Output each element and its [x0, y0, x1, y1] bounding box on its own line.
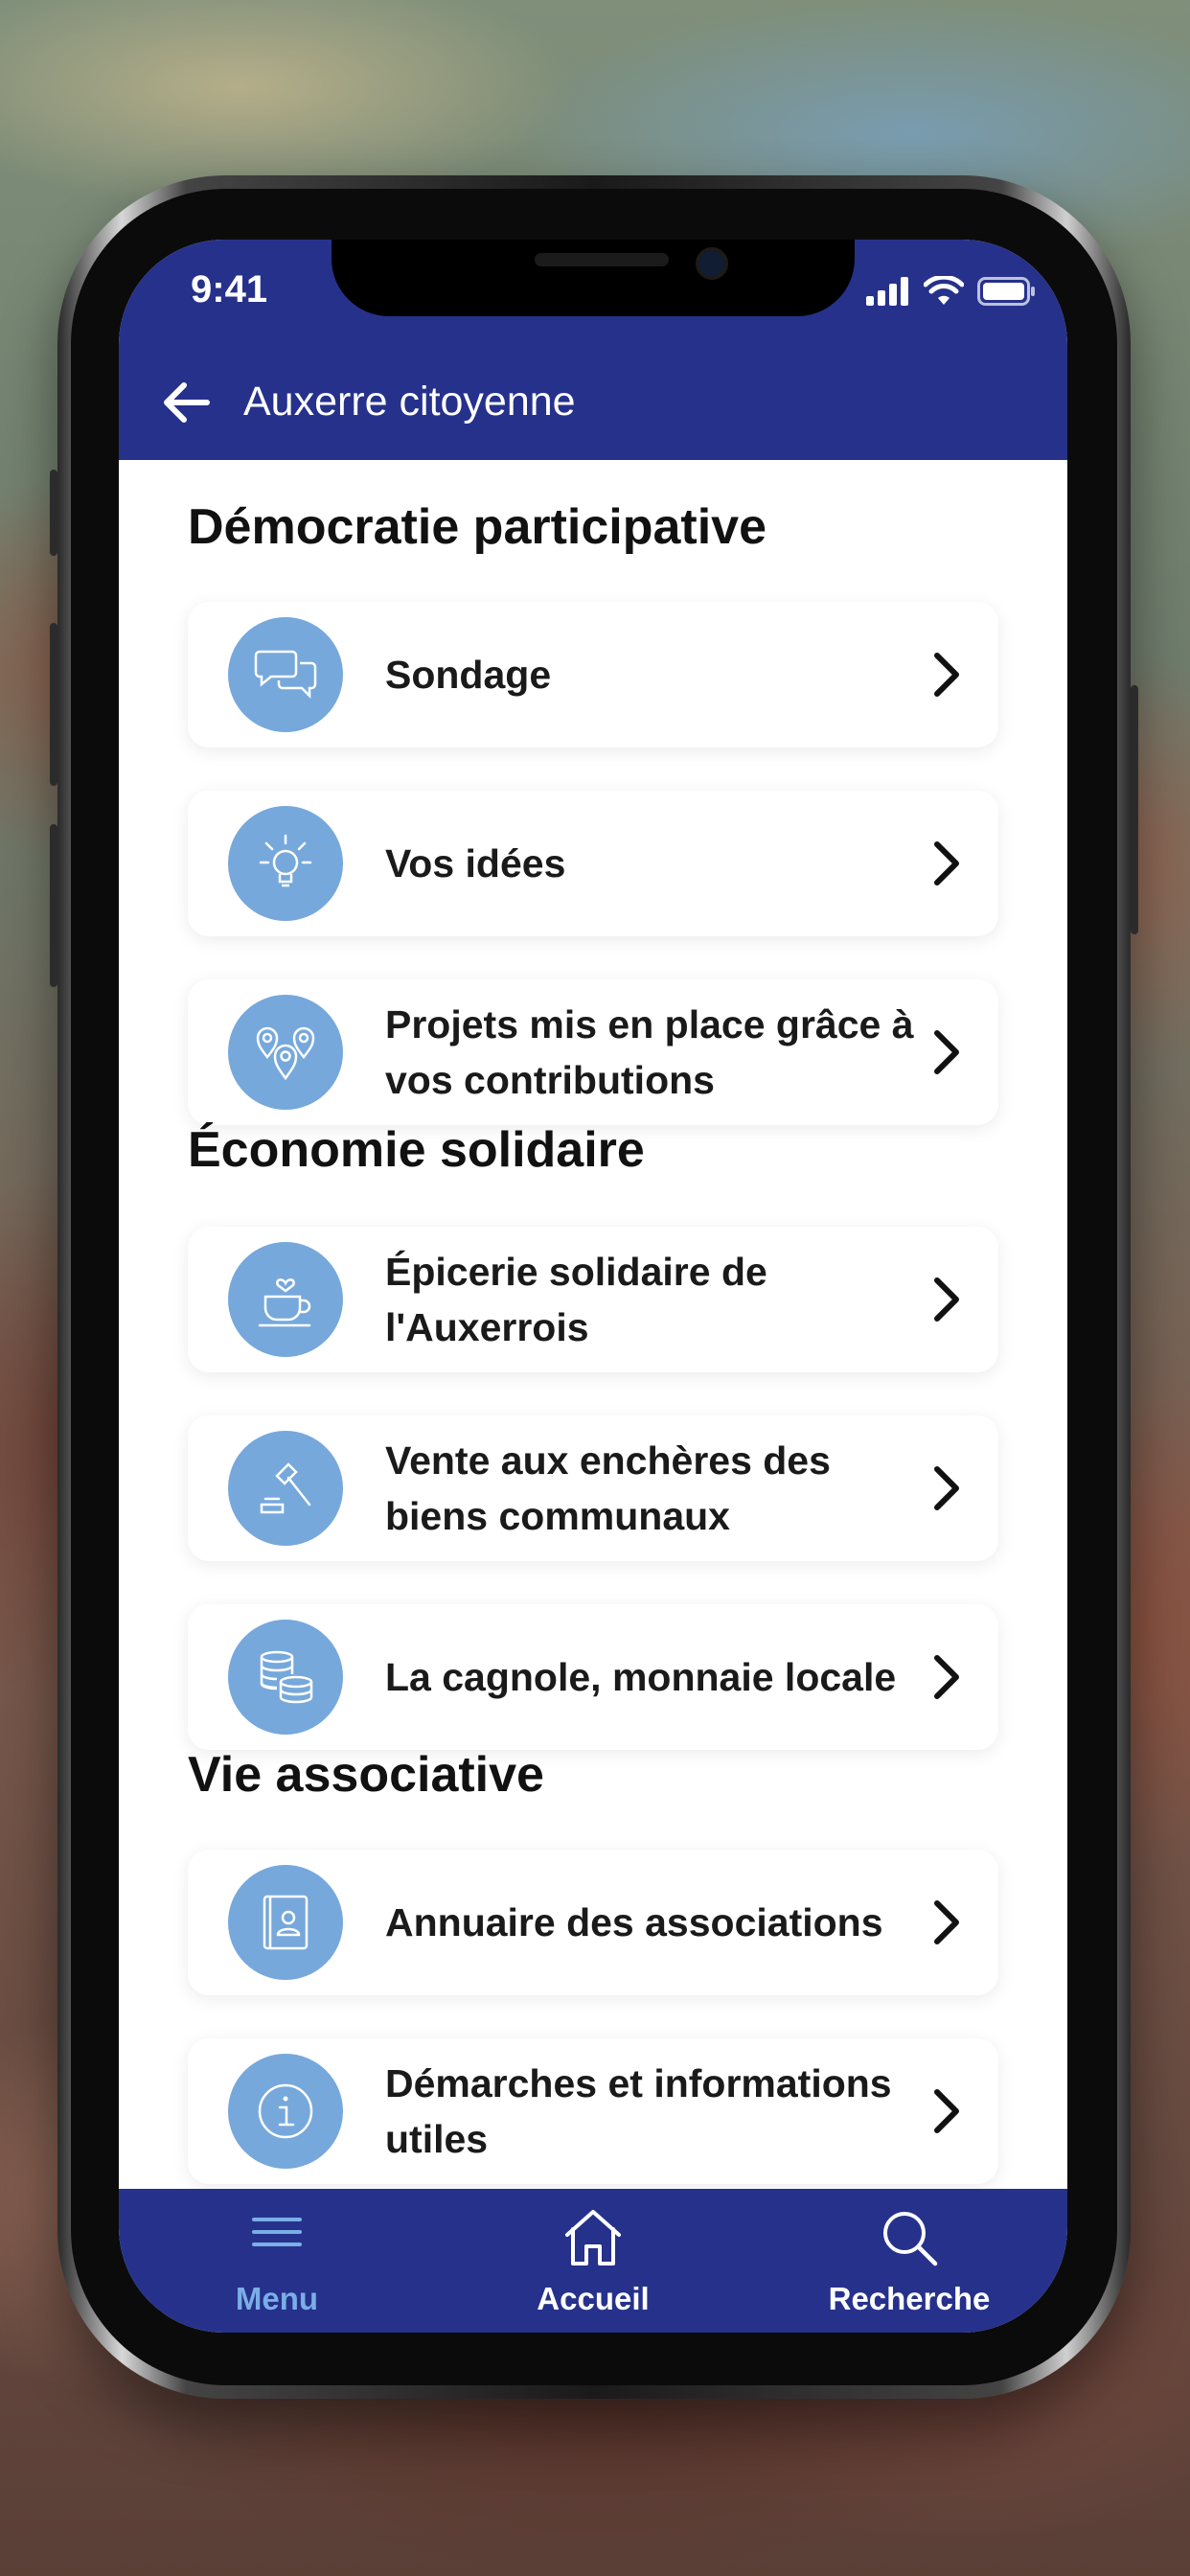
tab-accueil[interactable]: Accueil [435, 2189, 751, 2333]
section-title-vie-associative: Vie associative [188, 1747, 544, 1803]
arrow-left-icon [164, 382, 210, 423]
list-item-label: Projets mis en place grâce à vos contrib… [385, 1002, 914, 1102]
list-item-label: Annuaire des associations [385, 1900, 883, 1944]
chat-bubbles-icon [254, 650, 317, 700]
list-item-label: Vente aux enchères des biens communaux [385, 1438, 831, 1538]
bottom-tab-bar: Menu Accueil Recherche [119, 2189, 1067, 2333]
tab-label: Menu [235, 2281, 319, 2316]
icon-circle [228, 1620, 343, 1735]
map-pins-icon [256, 1026, 315, 1081]
list-item-vos-idees[interactable]: Vos idées [188, 791, 998, 936]
tab-label: Recherche [828, 2281, 991, 2316]
icon-circle [228, 1865, 343, 1980]
chevron-right-icon [934, 841, 959, 886]
app-screen: 9:41 Auxerre citoyenne Démocratie partic… [119, 240, 1067, 2333]
lightbulb-icon [259, 834, 312, 887]
address-book-icon [263, 1895, 309, 1950]
info-icon [258, 2083, 313, 2139]
list-item-epicerie[interactable]: Épicerie solidaire de l'Auxerrois [188, 1227, 998, 1372]
list-item-demarches[interactable]: Démarches et informations utiles [188, 2038, 998, 2184]
list-item-projets[interactable]: Projets mis en place grâce à vos contrib… [188, 979, 998, 1125]
phone-mute-switch [50, 470, 57, 556]
home-icon [565, 2210, 621, 2266]
icon-circle [228, 995, 343, 1110]
chevron-right-icon [934, 653, 959, 697]
chevron-right-icon [934, 1655, 959, 1699]
status-time: 9:41 [191, 268, 268, 310]
section-title-democratie: Démocratie participative [188, 499, 767, 555]
search-icon [883, 2212, 938, 2266]
notch [332, 240, 855, 316]
chevron-right-icon [934, 1030, 959, 1074]
icon-circle [228, 1242, 343, 1357]
tab-menu[interactable]: Menu [119, 2189, 435, 2333]
list-item-label: La cagnole, monnaie locale [385, 1655, 897, 1699]
status-icons [866, 276, 1037, 307]
list-item-label: Épicerie solidaire de l'Auxerrois [385, 1250, 767, 1349]
cup-heart-icon [258, 1278, 311, 1327]
tab-label: Accueil [537, 2281, 650, 2316]
chevron-right-icon [934, 1900, 959, 1944]
list-item-vente-encheres[interactable]: Vente aux enchères des biens communaux [188, 1415, 998, 1561]
content-list[interactable]: Démocratie participative Sondage Vos idé… [119, 460, 1067, 2189]
icon-circle [228, 2054, 343, 2169]
chevron-right-icon [934, 1466, 959, 1510]
list-item-label: Démarches et informations utiles [385, 2061, 892, 2161]
page-title: Auxerre citoyenne [243, 379, 576, 425]
hamburger-menu-icon [252, 2218, 302, 2246]
battery-icon [977, 277, 1035, 306]
gavel-icon [260, 1462, 311, 1514]
section-title-economie: Économie solidaire [188, 1122, 645, 1178]
phone-power-button [1131, 685, 1138, 934]
phone-volume-down [50, 824, 57, 987]
chevron-right-icon [934, 2089, 959, 2133]
icon-circle [228, 1431, 343, 1546]
back-button[interactable] [157, 374, 215, 431]
list-item-cagnole[interactable]: La cagnole, monnaie locale [188, 1604, 998, 1750]
icon-circle [228, 806, 343, 921]
phone-volume-up [50, 623, 57, 786]
app-header: 9:41 Auxerre citoyenne [119, 240, 1067, 460]
list-item-sondage[interactable]: Sondage [188, 602, 998, 748]
list-item-label: Vos idées [385, 841, 566, 886]
wifi-icon [924, 276, 964, 305]
tab-recherche[interactable]: Recherche [751, 2189, 1067, 2333]
cellular-signal-icon [866, 277, 908, 306]
coins-icon [260, 1650, 313, 1704]
chevron-right-icon [934, 1277, 959, 1322]
list-item-annuaire[interactable]: Annuaire des associations [188, 1850, 998, 1995]
list-item-label: Sondage [385, 653, 552, 697]
icon-circle [228, 617, 343, 732]
